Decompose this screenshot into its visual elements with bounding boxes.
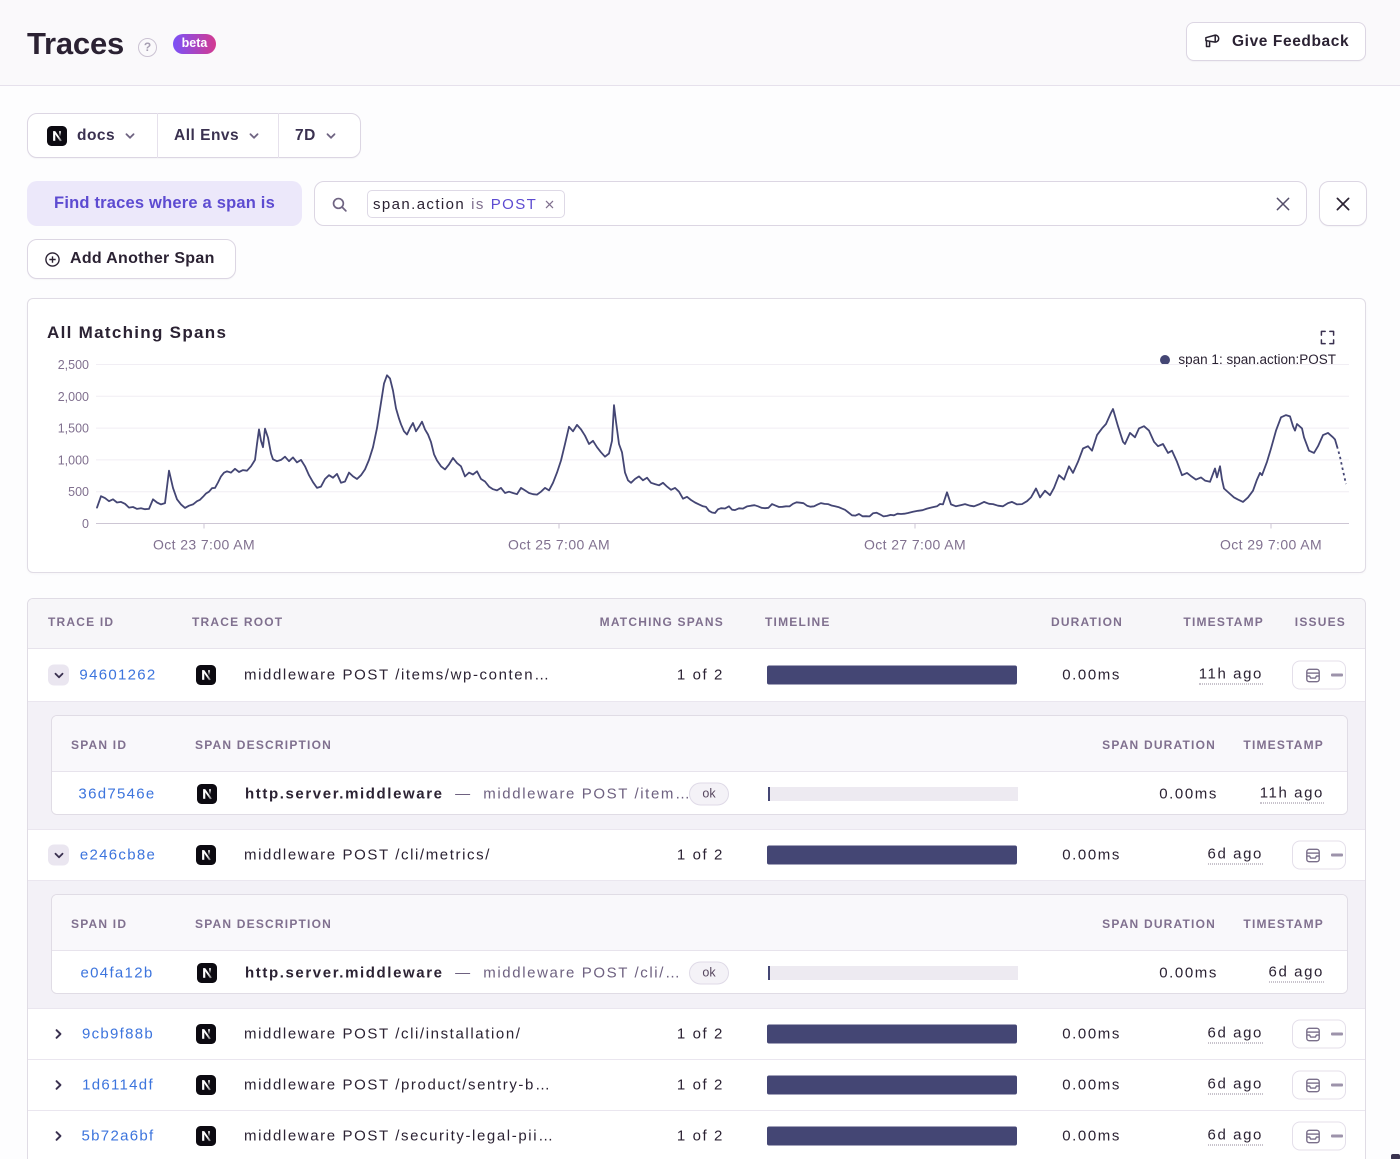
svg-text:500: 500 (68, 485, 89, 499)
svg-text:2,000: 2,000 (58, 390, 89, 404)
svg-text:Oct 25 7:00 AM: Oct 25 7:00 AM (508, 537, 610, 553)
svg-text:1,000: 1,000 (58, 453, 89, 467)
svg-text:Oct 27 7:00 AM: Oct 27 7:00 AM (864, 537, 966, 553)
svg-text:2,500: 2,500 (58, 358, 89, 372)
svg-text:0: 0 (82, 517, 89, 531)
svg-text:1,500: 1,500 (58, 422, 89, 436)
svg-text:Oct 29 7:00 AM: Oct 29 7:00 AM (1220, 537, 1322, 553)
svg-text:Oct 23 7:00 AM: Oct 23 7:00 AM (153, 537, 255, 553)
